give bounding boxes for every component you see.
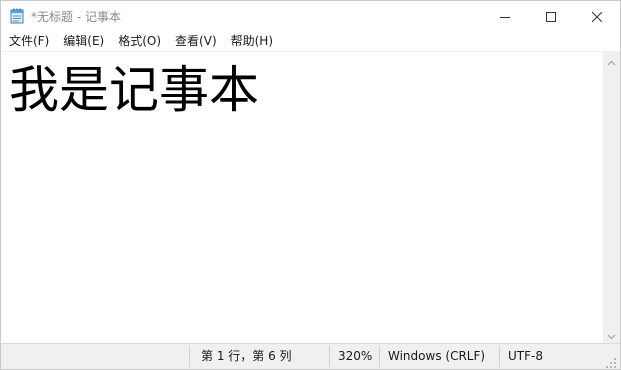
notepad-icon (10, 8, 24, 24)
editor-content[interactable]: 我是记事本 (9, 60, 259, 120)
menu-view[interactable]: 查看(V) (168, 31, 224, 51)
menu-file[interactable]: 文件(F) (1, 31, 56, 51)
status-separator (189, 346, 190, 367)
minimize-button[interactable] (482, 1, 528, 31)
vertical-scrollbar[interactable] (603, 52, 620, 343)
notepad-window: *无标题 - 记事本 文件(F) 编辑(E) 格式(O) 查看(V) 帮助(H)… (0, 0, 621, 370)
status-zoom: 320% (338, 349, 373, 363)
chevron-down-icon (607, 325, 616, 344)
menu-bar: 文件(F) 编辑(E) 格式(O) 查看(V) 帮助(H) (1, 31, 620, 51)
close-button[interactable] (574, 1, 620, 31)
maximize-button[interactable] (528, 1, 574, 31)
window-title: *无标题 - 记事本 (31, 10, 121, 24)
text-editor[interactable]: 我是记事本 (1, 52, 603, 343)
menu-format[interactable]: 格式(O) (111, 31, 168, 51)
status-separator (499, 346, 500, 367)
status-bar: 第 1 行，第 6 列 320% Windows (CRLF) UTF-8 (1, 343, 620, 369)
status-cursor-position: 第 1 行，第 6 列 (201, 349, 292, 363)
title-bar[interactable]: *无标题 - 记事本 (1, 1, 620, 31)
chevron-up-icon (607, 51, 616, 70)
scroll-up-button[interactable] (603, 52, 620, 69)
close-icon (591, 7, 603, 26)
menu-edit[interactable]: 编辑(E) (56, 31, 111, 51)
maximize-icon (546, 7, 556, 26)
status-encoding: UTF-8 (508, 349, 543, 363)
status-separator (329, 346, 330, 367)
menu-help[interactable]: 帮助(H) (224, 31, 280, 51)
status-separator (379, 346, 380, 367)
scroll-down-button[interactable] (603, 326, 620, 343)
minimize-icon (500, 7, 510, 26)
resize-grip-icon[interactable] (605, 354, 617, 368)
status-line-ending: Windows (CRLF) (388, 349, 486, 363)
